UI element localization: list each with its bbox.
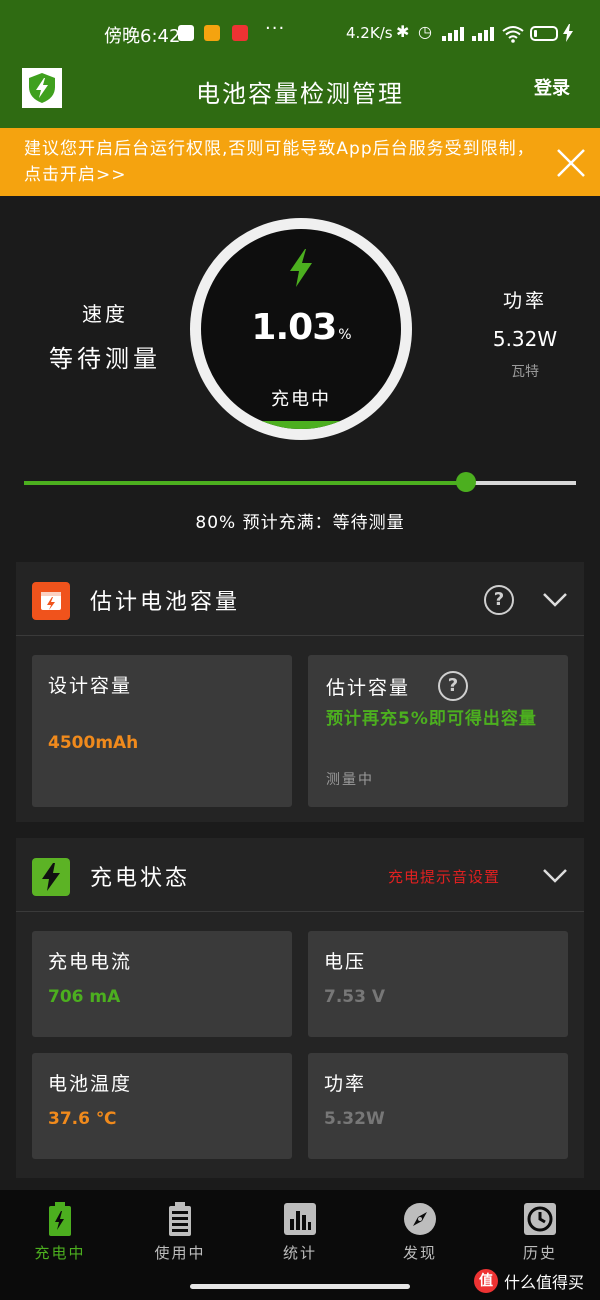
charge-current-tile: 充电电流 706 mA xyxy=(32,931,292,1037)
capacity-card: 估计电池容量 ? 设计容量 4500mAh 估计容量 ? 预计再充5%即可得出容… xyxy=(16,562,584,822)
nav-item-discover[interactable]: 发现 xyxy=(370,1202,470,1263)
bar-chart-icon xyxy=(284,1203,316,1235)
login-button[interactable]: 登录 xyxy=(534,74,570,100)
status-bar: 傍晚6:42 ··· 4.2K/s ✱ ◷ xyxy=(0,0,600,64)
nav-label: 使用中 xyxy=(154,1244,206,1262)
slider-thumb[interactable] xyxy=(456,472,476,492)
battery-percentage-unit: % xyxy=(338,327,351,343)
battery-status-icon xyxy=(530,26,558,41)
battery-box-icon xyxy=(41,592,61,610)
compass-icon xyxy=(404,1203,436,1235)
charging-battery-icon xyxy=(49,1202,71,1236)
nav-label: 发现 xyxy=(402,1244,437,1262)
app-bar: 电池容量检测管理 登录 xyxy=(0,64,600,128)
charge-status-header[interactable]: 充电状态 充电提示音设置 xyxy=(16,838,584,912)
clock-icon xyxy=(524,1203,556,1235)
estimated-capacity-tile: 估计容量 ? 预计再充5%即可得出容量 测量中 xyxy=(308,655,568,807)
status-time: 傍晚6:42 xyxy=(104,26,181,47)
power-readout: 功率 5.32W 瓦特 xyxy=(470,286,580,381)
tile-label: 电池温度 xyxy=(48,1073,133,1095)
lightning-bolt-icon xyxy=(42,863,60,891)
capacity-icon xyxy=(32,582,70,620)
charge-limit-slider[interactable] xyxy=(24,481,576,485)
battery-icon xyxy=(169,1202,191,1236)
permission-banner[interactable]: 建议您开启后台运行权限,否则可能导致App后台服务受到限制，点击开启>> xyxy=(0,128,600,196)
chevron-down-icon[interactable] xyxy=(542,589,568,609)
nav-item-stats[interactable]: 统计 xyxy=(250,1202,350,1263)
page-title: 电池容量检测管理 xyxy=(196,80,404,108)
voltage-tile: 电压 7.53 V xyxy=(308,931,568,1037)
estimate-status: 测量中 xyxy=(326,772,374,788)
taobao-notification-icon xyxy=(204,25,220,41)
nav-item-charging[interactable]: 充电中 xyxy=(10,1202,110,1263)
charge-status-icon xyxy=(32,858,70,896)
tile-label: 设计容量 xyxy=(48,675,133,697)
power-unit: 瓦特 xyxy=(511,364,539,380)
watermark: 值 什么值得买 xyxy=(474,1268,584,1294)
section-title: 估计电池容量 xyxy=(90,590,241,615)
section-title: 充电状态 xyxy=(90,866,191,891)
signal-icon xyxy=(472,27,494,41)
tile-label: 电压 xyxy=(324,951,367,973)
power-tile: 功率 5.32W xyxy=(308,1053,568,1159)
sound-setting-link[interactable]: 充电提示音设置 xyxy=(388,866,500,887)
tile-label: 估计容量 xyxy=(326,677,411,699)
qq-notification-icon xyxy=(178,25,194,41)
charging-bolt-icon xyxy=(563,24,573,42)
battery-gauge: 1.03% 充电中 xyxy=(190,218,412,440)
tile-label: 充电电流 xyxy=(48,951,133,973)
watermark-text: 什么值得买 xyxy=(504,1273,585,1292)
help-icon[interactable]: ? xyxy=(438,671,468,701)
power-value: 5.32W xyxy=(492,327,558,351)
tile-value: 706 mA xyxy=(48,987,121,1007)
app-notification-icon xyxy=(232,25,248,41)
wifi-icon xyxy=(502,26,524,43)
charge-limit-caption: 80% 预计充满：等待测量 xyxy=(195,513,405,533)
speed-value: 等待测量 xyxy=(49,345,161,373)
nav-item-history[interactable]: 历史 xyxy=(490,1202,590,1263)
lightning-bolt-icon xyxy=(290,249,312,287)
tile-label: 功率 xyxy=(324,1073,367,1095)
tile-value: 5.32W xyxy=(324,1109,385,1129)
alarm-icon: ◷ xyxy=(418,22,432,41)
battery-temperature-tile: 电池温度 37.6 ℃ xyxy=(32,1053,292,1159)
slider-fill xyxy=(24,481,466,485)
watermark-logo: 值 xyxy=(474,1269,498,1293)
bluetooth-icon: ✱ xyxy=(396,22,410,41)
battery-percentage-value: 1.03 xyxy=(251,307,337,348)
tile-value: 4500mAh xyxy=(48,733,139,753)
nav-item-in-use[interactable]: 使用中 xyxy=(130,1202,230,1263)
charge-status-card: 充电状态 充电提示音设置 充电电流 706 mA 电压 7.53 V 电池温度 … xyxy=(16,838,584,1178)
nav-label: 历史 xyxy=(522,1244,557,1262)
more-notifications-icon: ··· xyxy=(265,18,286,39)
chevron-down-icon[interactable] xyxy=(542,865,568,885)
signal-icon xyxy=(442,27,464,41)
battery-percentage: 1.03% xyxy=(201,307,401,348)
speed-label: 速度 xyxy=(82,302,128,326)
nav-label: 充电中 xyxy=(34,1244,86,1262)
tile-value: 37.6 ℃ xyxy=(48,1109,117,1129)
help-icon[interactable]: ? xyxy=(484,585,514,615)
charging-status: 充电中 xyxy=(271,389,331,410)
gauge-face: 1.03% 充电中 xyxy=(201,229,401,429)
power-label: 功率 xyxy=(502,290,547,312)
banner-text[interactable]: 建议您开启后台运行权限,否则可能导致App后台服务受到限制，点击开启>> xyxy=(24,136,544,188)
speed-readout: 速度 等待测量 xyxy=(40,298,170,374)
gauge-fill-level xyxy=(201,421,401,429)
estimate-hint: 预计再充5%即可得出容量 xyxy=(326,709,537,729)
home-indicator[interactable] xyxy=(190,1284,410,1289)
capacity-card-header[interactable]: 估计电池容量 ? xyxy=(16,562,584,636)
nav-label: 统计 xyxy=(282,1244,317,1262)
tile-value: 7.53 V xyxy=(324,987,386,1007)
design-capacity-tile: 设计容量 4500mAh xyxy=(32,655,292,807)
network-speed: 4.2K/s xyxy=(346,24,393,42)
close-icon[interactable] xyxy=(556,148,586,178)
